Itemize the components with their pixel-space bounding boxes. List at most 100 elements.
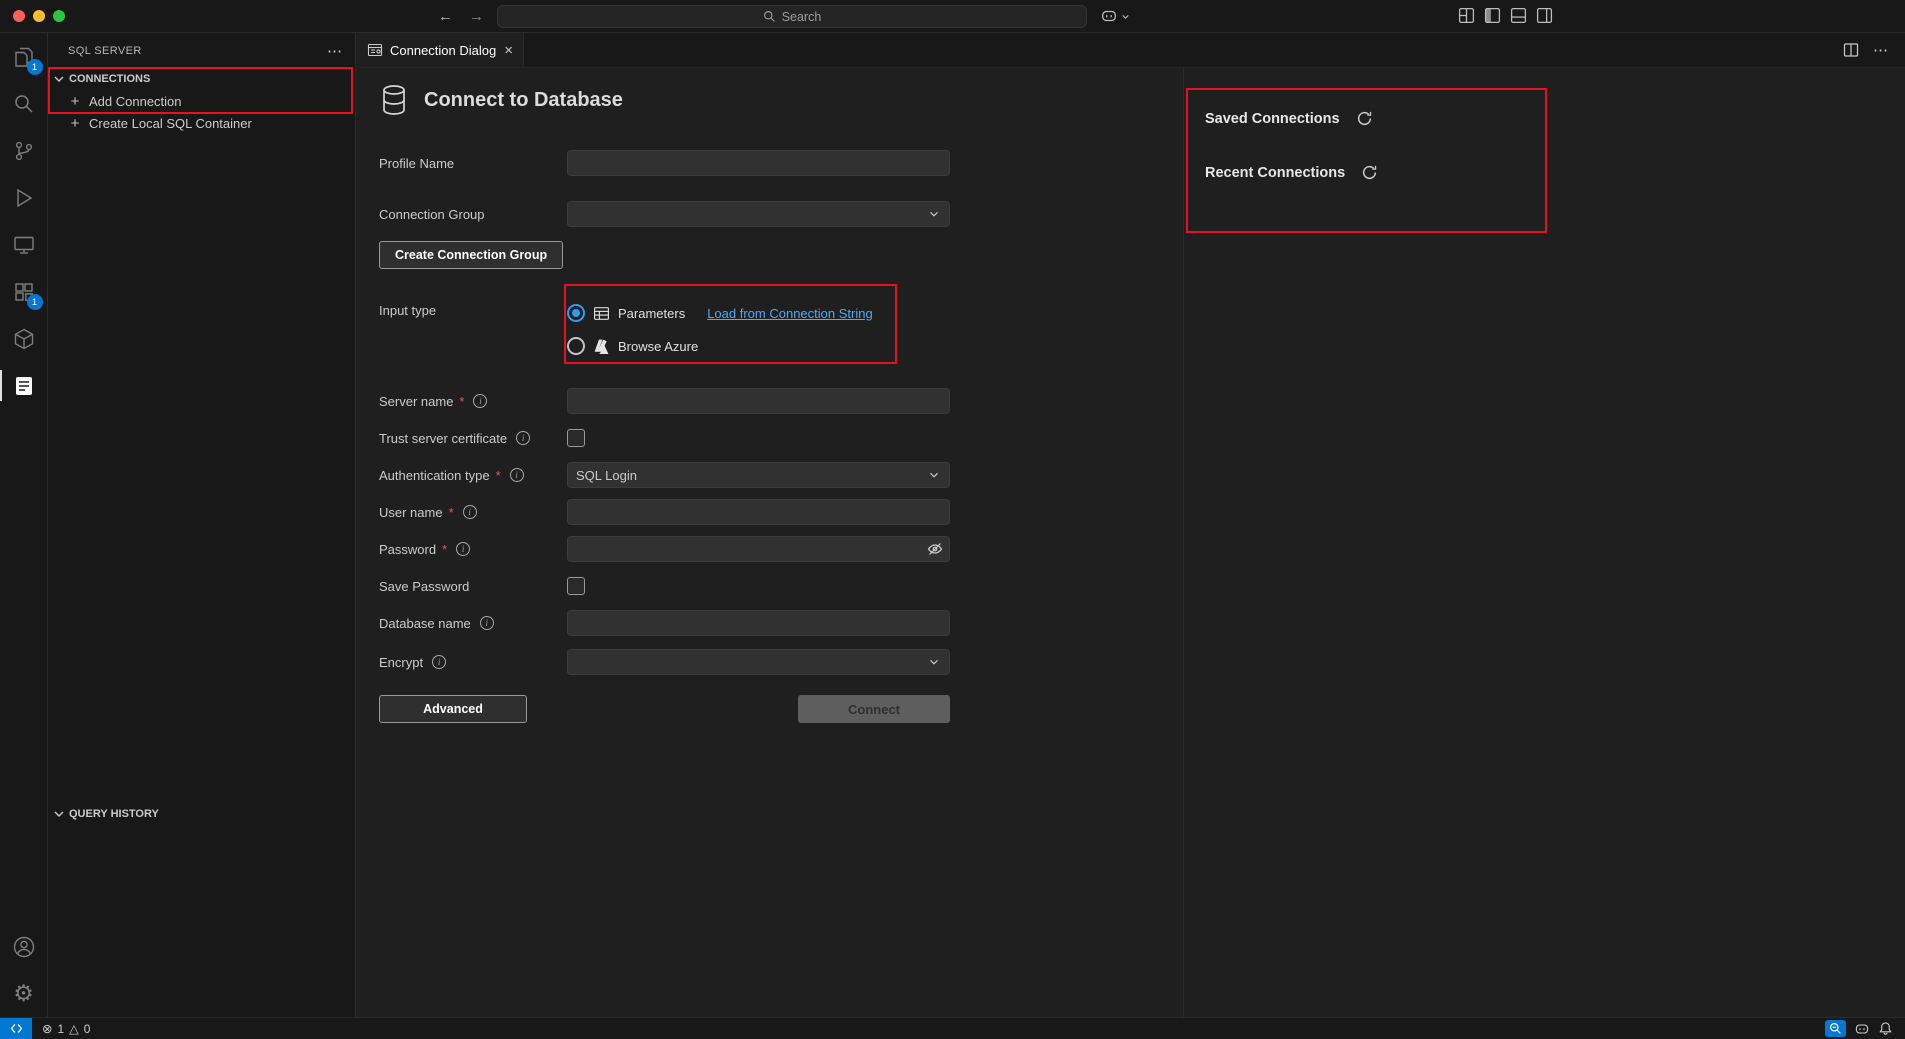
refresh-icon[interactable] — [1361, 164, 1378, 181]
connections-section-header[interactable]: CONNECTIONS — [48, 68, 355, 90]
authentication-type-label: Authentication type — [379, 468, 490, 483]
connection-group-dropdown[interactable] — [567, 201, 950, 227]
remote-explorer-icon — [12, 233, 36, 257]
maximize-window-button[interactable] — [53, 10, 65, 22]
chevron-down-icon — [51, 71, 67, 87]
copilot-icon[interactable] — [1854, 1021, 1870, 1037]
password-input[interactable] — [567, 536, 950, 562]
create-connection-group-button[interactable]: Create Connection Group — [379, 241, 563, 269]
extensions-badge: 1 — [27, 294, 43, 310]
activity-bar: 1 1 — [0, 33, 48, 1017]
server-name-input[interactable] — [567, 388, 950, 414]
input-type-row: Input type Parameters Load from Connecti… — [379, 298, 950, 361]
load-from-connection-string-link[interactable]: Load from Connection String — [707, 306, 872, 321]
save-password-label: Save Password — [379, 579, 469, 594]
notifications-bell-icon[interactable] — [1878, 1021, 1893, 1036]
search-icon — [763, 10, 776, 23]
database-name-label: Database name — [379, 616, 471, 631]
connection-dialog-tab-icon — [367, 42, 383, 58]
save-password-row: Save Password — [379, 573, 950, 599]
sql-server-sidebar: SQL SERVER ⋯ CONNECTIONS + Add Connectio… — [48, 33, 356, 1017]
browse-azure-option-label: Browse Azure — [618, 339, 698, 354]
accounts-button[interactable] — [0, 923, 48, 970]
advanced-button[interactable]: Advanced — [379, 695, 527, 723]
user-name-input[interactable] — [567, 499, 950, 525]
recent-connections-title: Recent Connections — [1205, 165, 1345, 181]
sidebar-item-sql-server[interactable] — [0, 362, 48, 409]
forward-arrow-icon[interactable]: → — [469, 8, 484, 25]
minimize-window-button[interactable] — [33, 10, 45, 22]
copilot-menu-button[interactable] — [1100, 7, 1130, 25]
encrypt-dropdown[interactable] — [567, 649, 950, 675]
sidebar-item-search[interactable] — [0, 80, 48, 127]
tab-connection-dialog[interactable]: Connection Dialog × — [357, 33, 524, 67]
sidebar-header: SQL SERVER ⋯ — [48, 33, 355, 68]
sidebar-item-run-debug[interactable] — [0, 174, 48, 221]
sidebar-item-container-tools[interactable] — [0, 315, 48, 362]
toggle-primary-sidebar-icon[interactable] — [1484, 7, 1501, 24]
sidebar-item-source-control[interactable] — [0, 127, 48, 174]
required-marker: * — [442, 542, 447, 557]
chevron-down-icon — [927, 655, 941, 669]
sidebar-more-actions-icon[interactable]: ⋯ — [327, 42, 343, 60]
database-name-input[interactable] — [567, 610, 950, 636]
save-password-checkbox[interactable] — [567, 577, 585, 595]
toggle-secondary-sidebar-icon[interactable] — [1536, 7, 1553, 24]
query-history-section-header[interactable]: QUERY HISTORY — [48, 803, 355, 825]
source-control-icon — [12, 139, 36, 163]
sidebar-item-remote-explorer[interactable] — [0, 221, 48, 268]
editor-area: Connection Dialog × ⋯ Connect to Databas… — [357, 33, 1905, 1017]
database-icon — [379, 84, 409, 116]
chevron-down-icon — [927, 468, 941, 482]
password-row: Password * i — [379, 536, 950, 562]
saved-connections-row: Saved Connections — [1205, 110, 1905, 127]
database-name-row: Database name i — [379, 610, 950, 636]
sql-server-icon — [12, 374, 36, 398]
info-icon: i — [432, 655, 446, 669]
required-marker: * — [459, 394, 464, 409]
cube-icon — [12, 327, 36, 351]
server-name-row: Server name * i — [379, 388, 950, 414]
zoom-indicator[interactable] — [1825, 1020, 1846, 1037]
trust-server-certificate-checkbox[interactable] — [567, 429, 585, 447]
query-history-section-label: QUERY HISTORY — [69, 808, 159, 820]
profile-name-row: Profile Name — [379, 150, 950, 176]
encrypt-label: Encrypt — [379, 655, 423, 670]
create-local-sql-container-item[interactable]: + Create Local SQL Container — [48, 112, 355, 134]
info-icon: i — [480, 616, 494, 630]
profile-name-input[interactable] — [567, 150, 950, 176]
status-bar: ⊗ 1 △ 0 — [0, 1017, 1905, 1039]
refresh-icon[interactable] — [1356, 110, 1373, 127]
toggle-panel-icon[interactable] — [1510, 7, 1527, 24]
form-buttons-row: Advanced Connect — [379, 695, 950, 723]
input-type-radio-group: Parameters Load from Connection String B… — [567, 298, 950, 361]
authentication-type-dropdown[interactable]: SQL Login — [567, 462, 950, 488]
customize-layout-icon[interactable] — [1458, 7, 1475, 24]
close-window-button[interactable] — [13, 10, 25, 22]
back-arrow-icon[interactable]: ← — [438, 8, 453, 25]
create-connection-group-row: Create Connection Group — [379, 241, 950, 269]
sidebar-item-extensions[interactable]: 1 — [0, 268, 48, 315]
settings-button[interactable]: ⚙ — [0, 970, 48, 1017]
sidebar-item-explorer[interactable]: 1 — [0, 33, 48, 80]
password-label: Password — [379, 542, 436, 557]
split-editor-icon[interactable] — [1843, 42, 1859, 58]
azure-icon — [593, 338, 610, 355]
chevron-down-icon — [51, 806, 67, 822]
problems-indicator[interactable]: ⊗ 1 △ 0 — [42, 1021, 90, 1036]
search-input[interactable]: Search — [497, 5, 1087, 28]
explorer-badge: 1 — [27, 59, 43, 75]
account-icon — [12, 935, 36, 959]
window-controls — [13, 10, 65, 22]
trust-server-certificate-row: Trust server certificate i — [379, 425, 950, 451]
parameters-radio[interactable] — [567, 304, 585, 322]
connect-button[interactable]: Connect — [798, 695, 950, 723]
show-password-icon[interactable] — [927, 541, 943, 557]
editor-more-actions-icon[interactable]: ⋯ — [1873, 41, 1889, 59]
user-name-row: User name * i — [379, 499, 950, 525]
close-icon[interactable]: × — [504, 43, 513, 58]
browse-azure-radio[interactable] — [567, 337, 585, 355]
remote-indicator[interactable] — [0, 1018, 32, 1039]
authentication-type-row: Authentication type * i SQL Login — [379, 462, 950, 488]
add-connection-item[interactable]: + Add Connection — [48, 90, 355, 112]
